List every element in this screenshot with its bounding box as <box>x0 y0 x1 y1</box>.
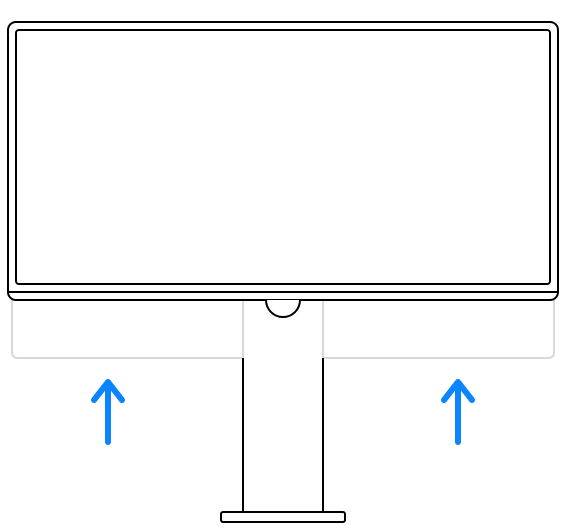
display-raised-outline <box>8 22 558 317</box>
display-adjustment-diagram <box>0 0 566 528</box>
stand-base <box>221 512 345 522</box>
lift-arrow-left-icon <box>94 382 122 442</box>
stand-neck <box>243 295 323 520</box>
lift-arrow-right-icon <box>444 382 472 442</box>
